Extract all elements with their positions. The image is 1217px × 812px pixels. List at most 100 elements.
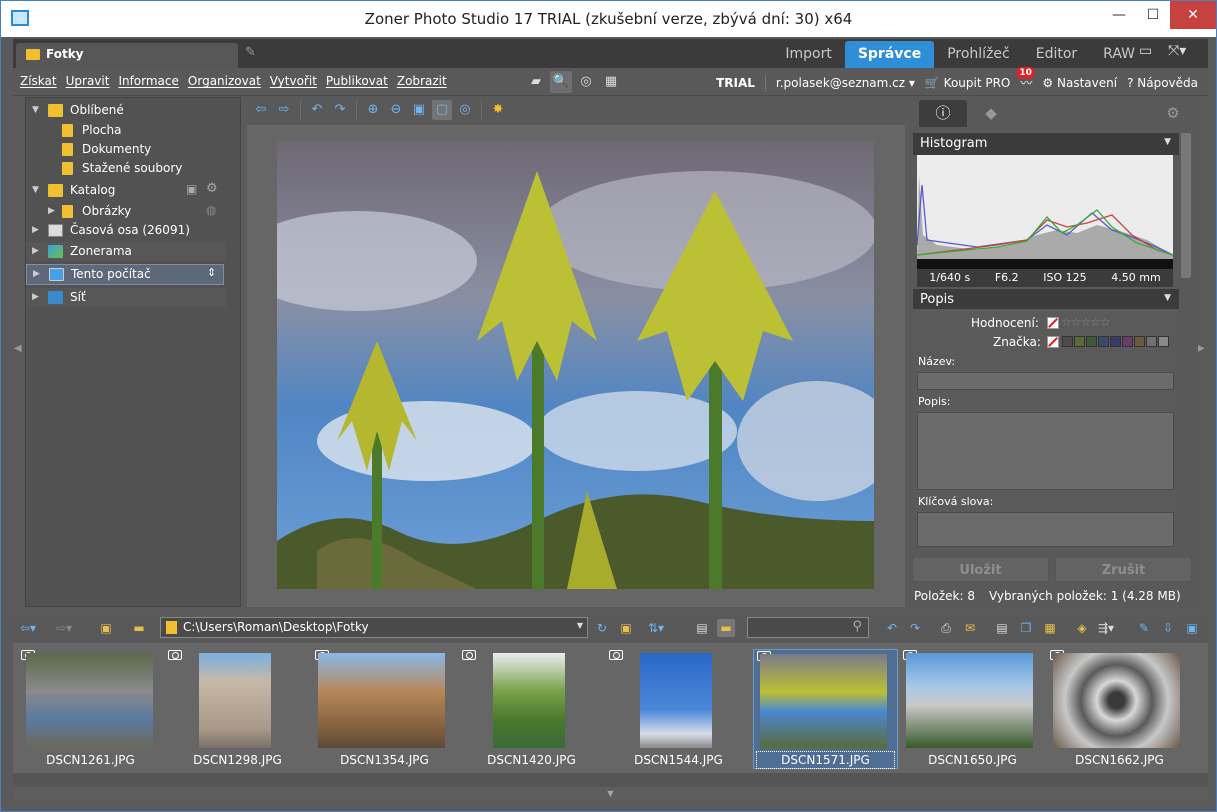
fullscreen-icon[interactable]: ⤧▾ (1168, 43, 1186, 61)
chevron-down-icon[interactable]: ▼ (577, 621, 583, 630)
thumbnail[interactable]: DSCN1298.JPG (165, 649, 310, 769)
account-email[interactable]: r.polasek@seznam.cz ▾ (776, 76, 915, 90)
export-icon[interactable]: ⇶▾ (1097, 619, 1115, 637)
cancel-button[interactable]: Zrušit (1055, 557, 1192, 582)
settings-button[interactable]: ⚙ Nastavení (1042, 76, 1117, 90)
expand-icon[interactable]: ▼ (32, 105, 40, 115)
menu-upravit[interactable]: Upravit (66, 74, 110, 88)
name-input[interactable] (917, 372, 1174, 390)
rotate-right-icon[interactable]: ↷ (906, 619, 924, 637)
monitor-icon[interactable]: ▭ (1139, 43, 1157, 61)
raw-jpg-icon[interactable]: ▤ (693, 619, 711, 637)
expand-icon[interactable]: ▶ (33, 269, 41, 279)
menu-vytvorit[interactable]: Vytvořit (270, 74, 317, 88)
sync-icon[interactable]: ◍ (206, 203, 216, 217)
tag-tab-icon[interactable]: ◆ (967, 100, 1015, 127)
back-arrow-icon[interactable]: ⇦ (251, 100, 271, 120)
tab-import[interactable]: Import (772, 41, 844, 68)
tree-item-obrazky[interactable]: ▶ Obrázky ◍ (26, 202, 226, 221)
feed-icon[interactable]: 〰 10 (1016, 67, 1035, 91)
folder-up-icon[interactable]: ▣ (97, 619, 115, 637)
zoom-out-icon[interactable]: ⊖ (386, 100, 406, 120)
zoom-options-icon[interactable]: ◎ (455, 100, 475, 120)
tree-item-dokumenty[interactable]: Dokumenty (26, 140, 226, 159)
forward-arrow-icon[interactable]: ⇨▾ (55, 619, 73, 637)
tag-swatch[interactable] (1110, 336, 1121, 347)
thumbnail[interactable]: DSCN1354.JPG (312, 649, 457, 769)
address-bar[interactable]: C:\Users\Roman\Desktop\Fotky ▼ (160, 617, 588, 638)
help-button[interactable]: ? Nápověda (1127, 76, 1198, 90)
save-button[interactable]: Uložit (912, 557, 1049, 582)
compare-view-icon[interactable]: ▦ (600, 71, 622, 93)
tree-item-katalog[interactable]: ▼ Katalog ▣ ⚙ (26, 181, 226, 200)
expand-icon[interactable]: ▼ (32, 185, 40, 195)
popis-header[interactable]: Popis ▼ (913, 289, 1179, 311)
preview-photo[interactable] (277, 141, 874, 589)
add-folder-icon[interactable]: ▣ (186, 182, 197, 196)
collapse-right-arrow[interactable]: ▶ (1197, 343, 1205, 354)
tag-swatch[interactable] (1074, 336, 1085, 347)
thumbnail[interactable]: DSCN1420.JPG (459, 649, 604, 769)
menu-organizovat[interactable]: Organizovat (188, 74, 261, 88)
minimize-button[interactable]: — (1102, 1, 1136, 29)
menu-zobrazit[interactable]: Zobrazit (397, 74, 447, 88)
clear-rating-icon[interactable] (1047, 317, 1059, 329)
clear-tag-icon[interactable] (1047, 336, 1059, 348)
search-input[interactable]: ⚲ (747, 617, 869, 638)
menu-informace[interactable]: Informace (118, 74, 178, 88)
print-icon[interactable]: ⎙ (937, 619, 955, 637)
strip-scrollbar[interactable] (13, 773, 1208, 787)
menu-publikovat[interactable]: Publikovat (326, 74, 388, 88)
thumbnail[interactable]: DSCN1650.JPG (900, 649, 1045, 769)
rotate-left-icon[interactable]: ↶ (883, 619, 901, 637)
tab-editor[interactable]: Editor (1023, 41, 1090, 68)
thumbnail[interactable]: DSCN1662.JPG (1047, 649, 1192, 769)
histogram-header[interactable]: Histogram ▼ (913, 133, 1179, 155)
new-tab-icon[interactable]: ✎ (245, 45, 261, 61)
thumbnail[interactable]: DSCN1544.JPG (606, 649, 751, 769)
sort-icon[interactable]: ⇕ (207, 266, 216, 279)
panel-scrollbar[interactable] (1181, 133, 1191, 278)
zoom-1to1-icon[interactable]: ▣ (409, 100, 429, 120)
back-arrow-icon[interactable]: ⇦▾ (19, 619, 37, 637)
collapse-left-arrow[interactable]: ◀ (14, 343, 22, 354)
batch-icon[interactable]: ◈ (1073, 619, 1091, 637)
close-button[interactable]: ✕ (1170, 1, 1216, 29)
zoom-in-icon[interactable]: ⊕ (363, 100, 383, 120)
thumbnail-selected[interactable]: DSCN1571.JPG (753, 649, 898, 769)
tag-swatch[interactable] (1146, 336, 1157, 347)
zoom-fit-icon[interactable]: ▢ (432, 100, 452, 120)
tag-swatch[interactable] (1098, 336, 1109, 347)
panel-settings-icon[interactable]: ⚙ (1159, 100, 1187, 127)
tag-swatch[interactable] (1086, 336, 1097, 347)
expand-icon[interactable]: ▶ (48, 206, 56, 216)
new-folder-icon[interactable]: ▣ (617, 619, 635, 637)
refresh-icon[interactable]: ↻ (593, 619, 611, 637)
tag-swatch[interactable] (1122, 336, 1133, 347)
edit-icon[interactable]: ✎ (1135, 619, 1153, 637)
folders-toggle-icon[interactable]: ▬ (717, 619, 735, 637)
folder-icon[interactable]: ▬ (130, 619, 148, 637)
thumbnail[interactable]: DSCN1261.JPG (18, 649, 163, 769)
tag-swatch[interactable] (1134, 336, 1145, 347)
forward-arrow-icon[interactable]: ⇨ (274, 100, 294, 120)
expand-icon[interactable]: ▶ (32, 225, 40, 235)
tag-swatch[interactable] (1158, 336, 1169, 347)
rating-stars[interactable]: ☆☆☆☆☆ (1061, 315, 1111, 329)
tree-item-network[interactable]: ▶ Síť (26, 288, 226, 307)
window-icon[interactable]: ▣ (1183, 619, 1201, 637)
archive-icon[interactable]: ▦ (1041, 619, 1059, 637)
expand-icon[interactable]: ▶ (32, 292, 40, 302)
sort-icon[interactable]: ⇅▾ (647, 619, 665, 637)
gear-icon[interactable]: ⚙ (206, 181, 218, 196)
tag-swatch[interactable] (1062, 336, 1073, 347)
slideshow-icon[interactable]: ▤ (993, 619, 1011, 637)
map-view-icon[interactable]: ◎ (575, 71, 597, 93)
rotate-right-icon[interactable]: ↷ (330, 100, 350, 120)
copy-icon[interactable]: ❐ (1017, 619, 1035, 637)
tree-item-plocha[interactable]: Plocha (26, 121, 226, 140)
workspace-tab-fotky[interactable]: Fotky (16, 43, 238, 68)
tree-item-stazene[interactable]: Stažené soubory (26, 159, 226, 178)
tree-item-timeline[interactable]: ▶ Časová osa (26091) (26, 221, 226, 240)
browser-view-icon[interactable]: ▰ (525, 71, 547, 93)
